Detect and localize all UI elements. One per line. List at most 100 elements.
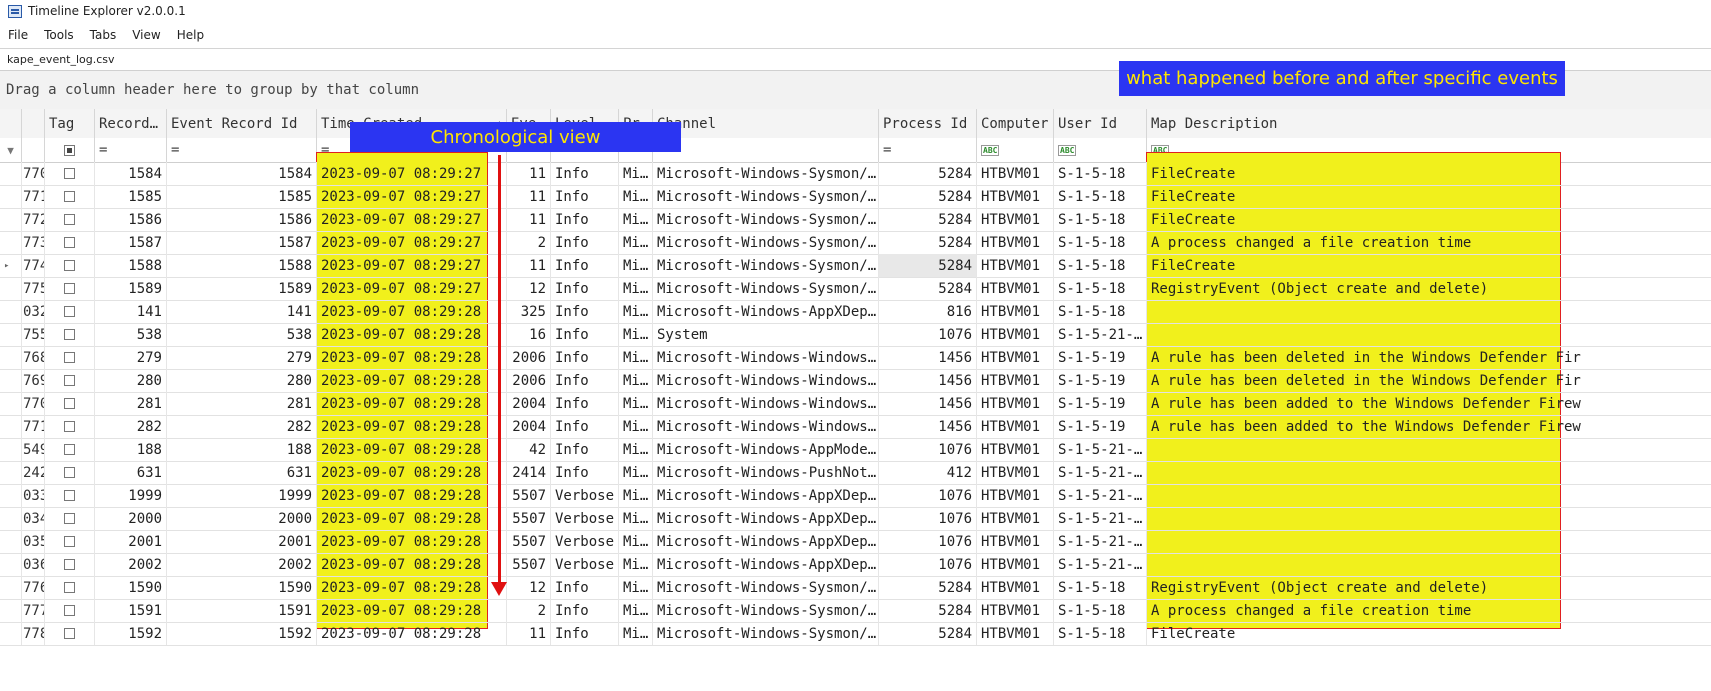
col-channel[interactable]: Channel [653, 109, 879, 138]
event-id-cell: 2004 [507, 392, 551, 415]
table-row[interactable]: 7712822822023-09-07 08:29:282004InfoMi…M… [0, 415, 1711, 439]
user-id-cell: S-1-5-18 [1054, 231, 1147, 254]
table-row[interactable]: 777159115912023-09-07 08:29:282InfoMi…Mi… [0, 599, 1711, 623]
col-computer[interactable]: Computer [977, 109, 1054, 138]
tag-checkbox[interactable] [64, 605, 75, 616]
col-map-description[interactable]: Map Description [1147, 109, 1711, 138]
computer-cell: HTBVM01 [977, 507, 1054, 530]
tag-checkbox[interactable] [64, 559, 75, 570]
tag-cell[interactable] [45, 622, 95, 645]
tag-checkbox[interactable] [64, 375, 75, 386]
tag-checkbox[interactable] [64, 214, 75, 225]
menu-view[interactable]: View [124, 28, 168, 42]
tag-checkbox[interactable] [64, 306, 75, 317]
tag-checkbox[interactable] [64, 191, 75, 202]
table-row[interactable]: 035200120012023-09-07 08:29:285507Verbos… [0, 530, 1711, 554]
level-cell: Info [551, 162, 619, 185]
table-row[interactable]: 2426316312023-09-07 08:29:282414InfoMi…M… [0, 461, 1711, 485]
filter-computer[interactable]: ABC [977, 138, 1054, 162]
tag-cell[interactable] [45, 507, 95, 530]
table-row[interactable]: 771158515852023-09-07 08:29:2711InfoMi…M… [0, 185, 1711, 209]
provider-cell: Mi… [619, 576, 653, 599]
tag-checkbox[interactable] [64, 628, 75, 639]
process-id-cell: 5284 [879, 254, 977, 277]
tag-cell[interactable] [45, 392, 95, 415]
process-id-cell: 1076 [879, 553, 977, 576]
col-event-record-id[interactable]: Event Record Id [167, 109, 317, 138]
tag-cell[interactable] [45, 346, 95, 369]
tag-cell[interactable] [45, 576, 95, 599]
tag-checkbox[interactable] [64, 513, 75, 524]
table-row[interactable]: 034200020002023-09-07 08:29:285507Verbos… [0, 507, 1711, 531]
tag-checkbox[interactable] [64, 283, 75, 294]
table-row[interactable]: 776159015902023-09-07 08:29:2812InfoMi…M… [0, 576, 1711, 600]
row-number: 771 [22, 415, 45, 438]
tag-cell[interactable] [45, 369, 95, 392]
tag-cell[interactable] [45, 553, 95, 576]
table-row[interactable]: 033199919992023-09-07 08:29:285507Verbos… [0, 484, 1711, 508]
tag-checkbox[interactable] [64, 421, 75, 432]
table-row[interactable]: 7555385382023-09-07 08:29:2816InfoMi…Sys… [0, 323, 1711, 347]
tag-cell[interactable] [45, 208, 95, 231]
tag-cell[interactable] [45, 599, 95, 622]
menu-tabs[interactable]: Tabs [82, 28, 125, 42]
tag-cell[interactable] [45, 530, 95, 553]
filter-record-number[interactable]: = [95, 138, 167, 162]
tag-checkbox[interactable] [64, 536, 75, 547]
tag-cell[interactable] [45, 484, 95, 507]
tag-cell[interactable] [45, 300, 95, 323]
table-row[interactable]: 5491881882023-09-07 08:29:2842InfoMi…Mic… [0, 438, 1711, 462]
col-record-number[interactable]: Record… [95, 109, 167, 138]
filter-process-id[interactable]: = [879, 138, 977, 162]
event-id-cell: 5507 [507, 553, 551, 576]
filter-tag[interactable] [45, 138, 95, 162]
filter-user-id[interactable]: ABC [1054, 138, 1147, 162]
event-record-id-cell: 2002 [167, 553, 317, 576]
tag-cell[interactable] [45, 323, 95, 346]
filter-tag-checkbox[interactable] [64, 144, 75, 156]
tag-cell[interactable] [45, 438, 95, 461]
table-row[interactable]: 773158715872023-09-07 08:29:272InfoMi…Mi… [0, 231, 1711, 255]
filter-channel[interactable] [653, 138, 879, 162]
table-row[interactable]: 7682792792023-09-07 08:29:282006InfoMi…M… [0, 346, 1711, 370]
tag-checkbox[interactable] [64, 444, 75, 455]
process-id-cell: 5284 [879, 185, 977, 208]
tag-cell[interactable] [45, 185, 95, 208]
tag-cell[interactable] [45, 231, 95, 254]
table-row[interactable]: 775158915892023-09-07 08:29:2712InfoMi…M… [0, 277, 1711, 301]
map-description-cell [1147, 507, 1711, 530]
menu-help[interactable]: Help [169, 28, 212, 42]
col-tag[interactable]: Tag [45, 109, 95, 138]
tag-checkbox[interactable] [64, 168, 75, 179]
menu-tools[interactable]: Tools [36, 28, 82, 42]
tag-checkbox[interactable] [64, 260, 75, 271]
file-tab[interactable]: kape_event_log.csv [0, 53, 115, 66]
tag-cell[interactable] [45, 277, 95, 300]
tag-cell[interactable] [45, 461, 95, 484]
row-indicator [0, 553, 22, 576]
tag-cell[interactable] [45, 162, 95, 185]
tag-cell[interactable] [45, 254, 95, 277]
tag-cell[interactable] [45, 415, 95, 438]
table-row[interactable]: ▸774158815882023-09-07 08:29:2711InfoMi…… [0, 254, 1711, 278]
table-row[interactable]: 7692802802023-09-07 08:29:282006InfoMi…M… [0, 369, 1711, 393]
tag-checkbox[interactable] [64, 582, 75, 593]
table-row[interactable]: 778159215922023-09-07 08:29:2811InfoMi…M… [0, 622, 1711, 646]
table-row[interactable]: 772158615862023-09-07 08:29:2711InfoMi…M… [0, 208, 1711, 232]
tag-checkbox[interactable] [64, 490, 75, 501]
tag-checkbox[interactable] [64, 467, 75, 478]
table-row[interactable]: 036200220022023-09-07 08:29:285507Verbos… [0, 553, 1711, 577]
table-row[interactable]: 7702812812023-09-07 08:29:282004InfoMi…M… [0, 392, 1711, 416]
tag-checkbox[interactable] [64, 329, 75, 340]
table-row[interactable]: 770158415842023-09-07 08:29:2711InfoMi…M… [0, 162, 1711, 186]
tag-checkbox[interactable] [64, 237, 75, 248]
tag-checkbox[interactable] [64, 398, 75, 409]
col-process-id[interactable]: Process Id [879, 109, 977, 138]
tag-checkbox[interactable] [64, 352, 75, 363]
col-user-id[interactable]: User Id [1054, 109, 1147, 138]
filter-event-record-id[interactable]: = [167, 138, 317, 162]
table-row[interactable]: 0321411412023-09-07 08:29:28325InfoMi…Mi… [0, 300, 1711, 324]
menu-file[interactable]: File [0, 28, 36, 42]
record-number-cell: 2000 [95, 507, 167, 530]
time-created-cell: 2023-09-07 08:29:28 [317, 300, 507, 323]
